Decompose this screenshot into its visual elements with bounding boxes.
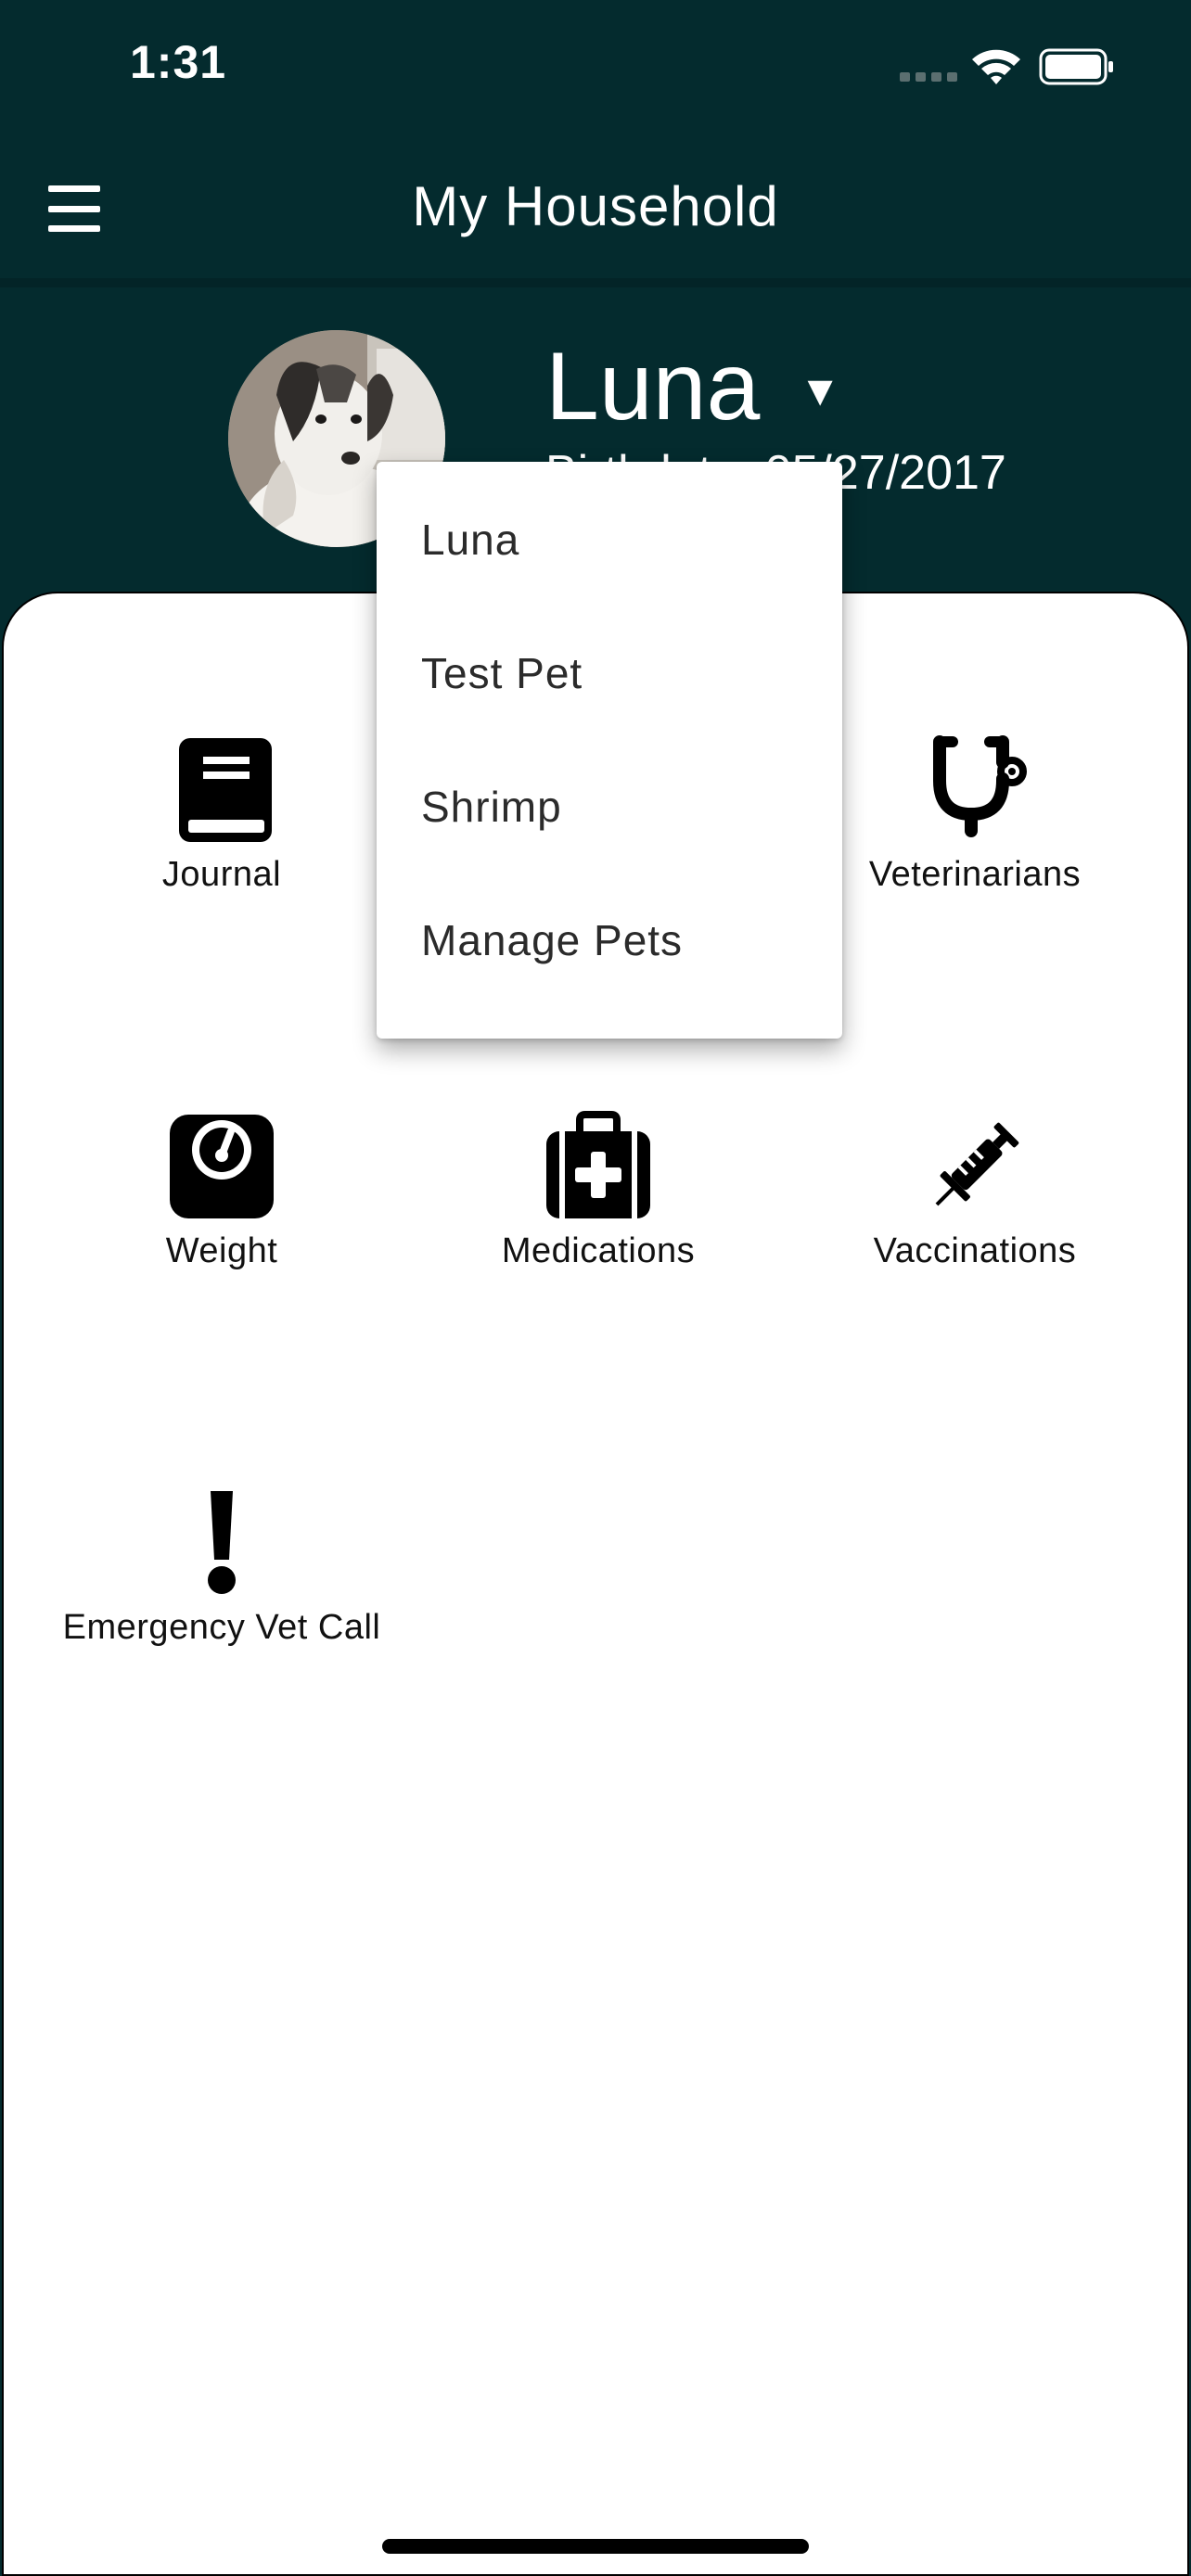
pet-name: Luna (545, 333, 761, 440)
tile-label: Veterinarians (868, 855, 1082, 894)
first-aid-kit-icon (546, 1111, 650, 1218)
syringe-icon (935, 1122, 1019, 1206)
tile-emergency-vet-call[interactable]: Emergency Vet Call (33, 1487, 410, 1673)
dropdown-item-shrimp[interactable]: Shrimp (377, 740, 842, 874)
tile-journal[interactable]: Journal (33, 734, 410, 920)
dropdown-item-test-pet[interactable]: Test Pet (377, 606, 842, 740)
home-indicator (382, 2539, 809, 2554)
wifi-icon (972, 49, 1020, 84)
pet-selector[interactable]: Luna ▼ (545, 326, 841, 447)
stethoscope-icon (933, 735, 1027, 837)
scale-icon (170, 1115, 274, 1218)
dropdown-item-manage-pets[interactable]: Manage Pets (377, 874, 842, 1007)
tile-vaccinations[interactable]: Vaccinations (787, 1111, 1163, 1296)
exclamation-icon (208, 1491, 236, 1594)
tile-weight[interactable]: Weight (33, 1111, 410, 1296)
tile-label: Weight (165, 1231, 278, 1270)
tile-label: Vaccinations (873, 1231, 1077, 1270)
dropdown-item-luna[interactable]: Luna (377, 473, 842, 606)
battery-full-icon (1039, 48, 1113, 85)
tile-label: Medications (501, 1231, 696, 1270)
tile-label: Emergency Vet Call (62, 1608, 381, 1647)
app-screen: 1:31 My Household Luna ▼ 05/27/2017 Jour… (0, 0, 1191, 2576)
book-icon (179, 738, 272, 842)
tile-label: Journal (161, 855, 282, 894)
cellular-signal-icon (900, 72, 957, 82)
pet-dropdown-menu: Luna Test Pet Shrimp Manage Pets (377, 462, 842, 1039)
tile-veterinarians[interactable]: Veterinarians (787, 734, 1163, 920)
caret-down-icon: ▼ (799, 366, 841, 414)
tile-medications[interactable]: Medications (410, 1111, 787, 1296)
page-title: My Household (412, 175, 779, 237)
status-time: 1:31 (130, 36, 227, 88)
header-divider (0, 278, 1191, 287)
